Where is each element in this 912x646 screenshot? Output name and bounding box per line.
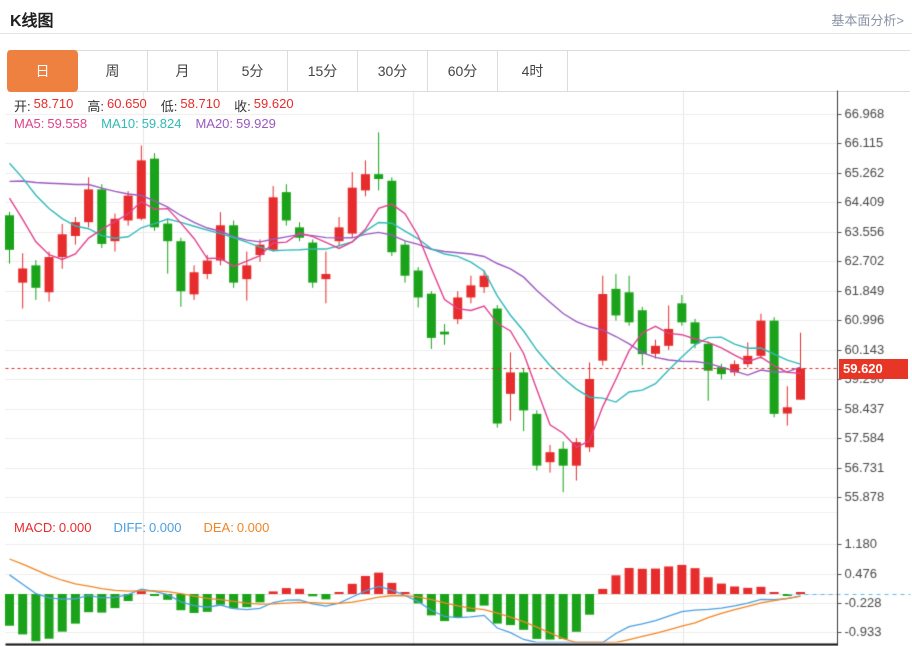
- macd-label: MACD:: [14, 520, 56, 535]
- close-label: 收:: [234, 96, 251, 115]
- open-label: 开:: [14, 96, 31, 115]
- low-value: 58.710: [180, 96, 220, 115]
- ma-readout: MA5:59.558 MA10:59.824 MA20:59.929: [14, 116, 290, 131]
- fundamental-analysis-link[interactable]: 基本面分析>: [831, 10, 904, 29]
- tab-day[interactable]: 日: [7, 50, 78, 92]
- tab-15min[interactable]: 15分: [288, 51, 358, 91]
- open-value: 58.710: [34, 96, 74, 115]
- interval-tabbar: 日 周 月 5分 15分 30分 60分 4时: [8, 50, 910, 92]
- diff-value: 0.000: [149, 520, 182, 535]
- close-value: 59.620: [254, 96, 294, 115]
- tab-4hour[interactable]: 4时: [498, 51, 568, 91]
- low-label: 低:: [161, 96, 178, 115]
- tab-30min[interactable]: 30分: [358, 51, 428, 91]
- tab-60min[interactable]: 60分: [428, 51, 498, 91]
- diff-label: DIFF:: [113, 520, 146, 535]
- ohlc-readout: 开:58.710 高:60.650 低:58.710 收:59.620: [14, 96, 308, 115]
- high-label: 高:: [87, 96, 104, 115]
- ma10-label: MA10:: [101, 116, 139, 131]
- kline-chart-canvas[interactable]: [0, 90, 912, 646]
- ma5-label: MA5:: [14, 116, 44, 131]
- tab-5min[interactable]: 5分: [218, 51, 288, 91]
- ma20-label: MA20:: [195, 116, 233, 131]
- macd-readout: MACD:0.000 DIFF:0.000 DEA:0.000: [14, 520, 291, 535]
- dea-label: DEA:: [203, 520, 233, 535]
- macd-value: 0.000: [59, 520, 92, 535]
- ma5-value: 59.558: [47, 116, 87, 131]
- high-value: 60.650: [107, 96, 147, 115]
- ma10-value: 59.824: [142, 116, 182, 131]
- ma20-value: 59.929: [236, 116, 276, 131]
- page-title: K线图: [10, 7, 54, 31]
- tab-month[interactable]: 月: [148, 51, 218, 91]
- tab-week[interactable]: 周: [78, 51, 148, 91]
- header-divider: [0, 33, 912, 34]
- current-price-badge: 59.620: [839, 359, 908, 379]
- dea-value: 0.000: [237, 520, 270, 535]
